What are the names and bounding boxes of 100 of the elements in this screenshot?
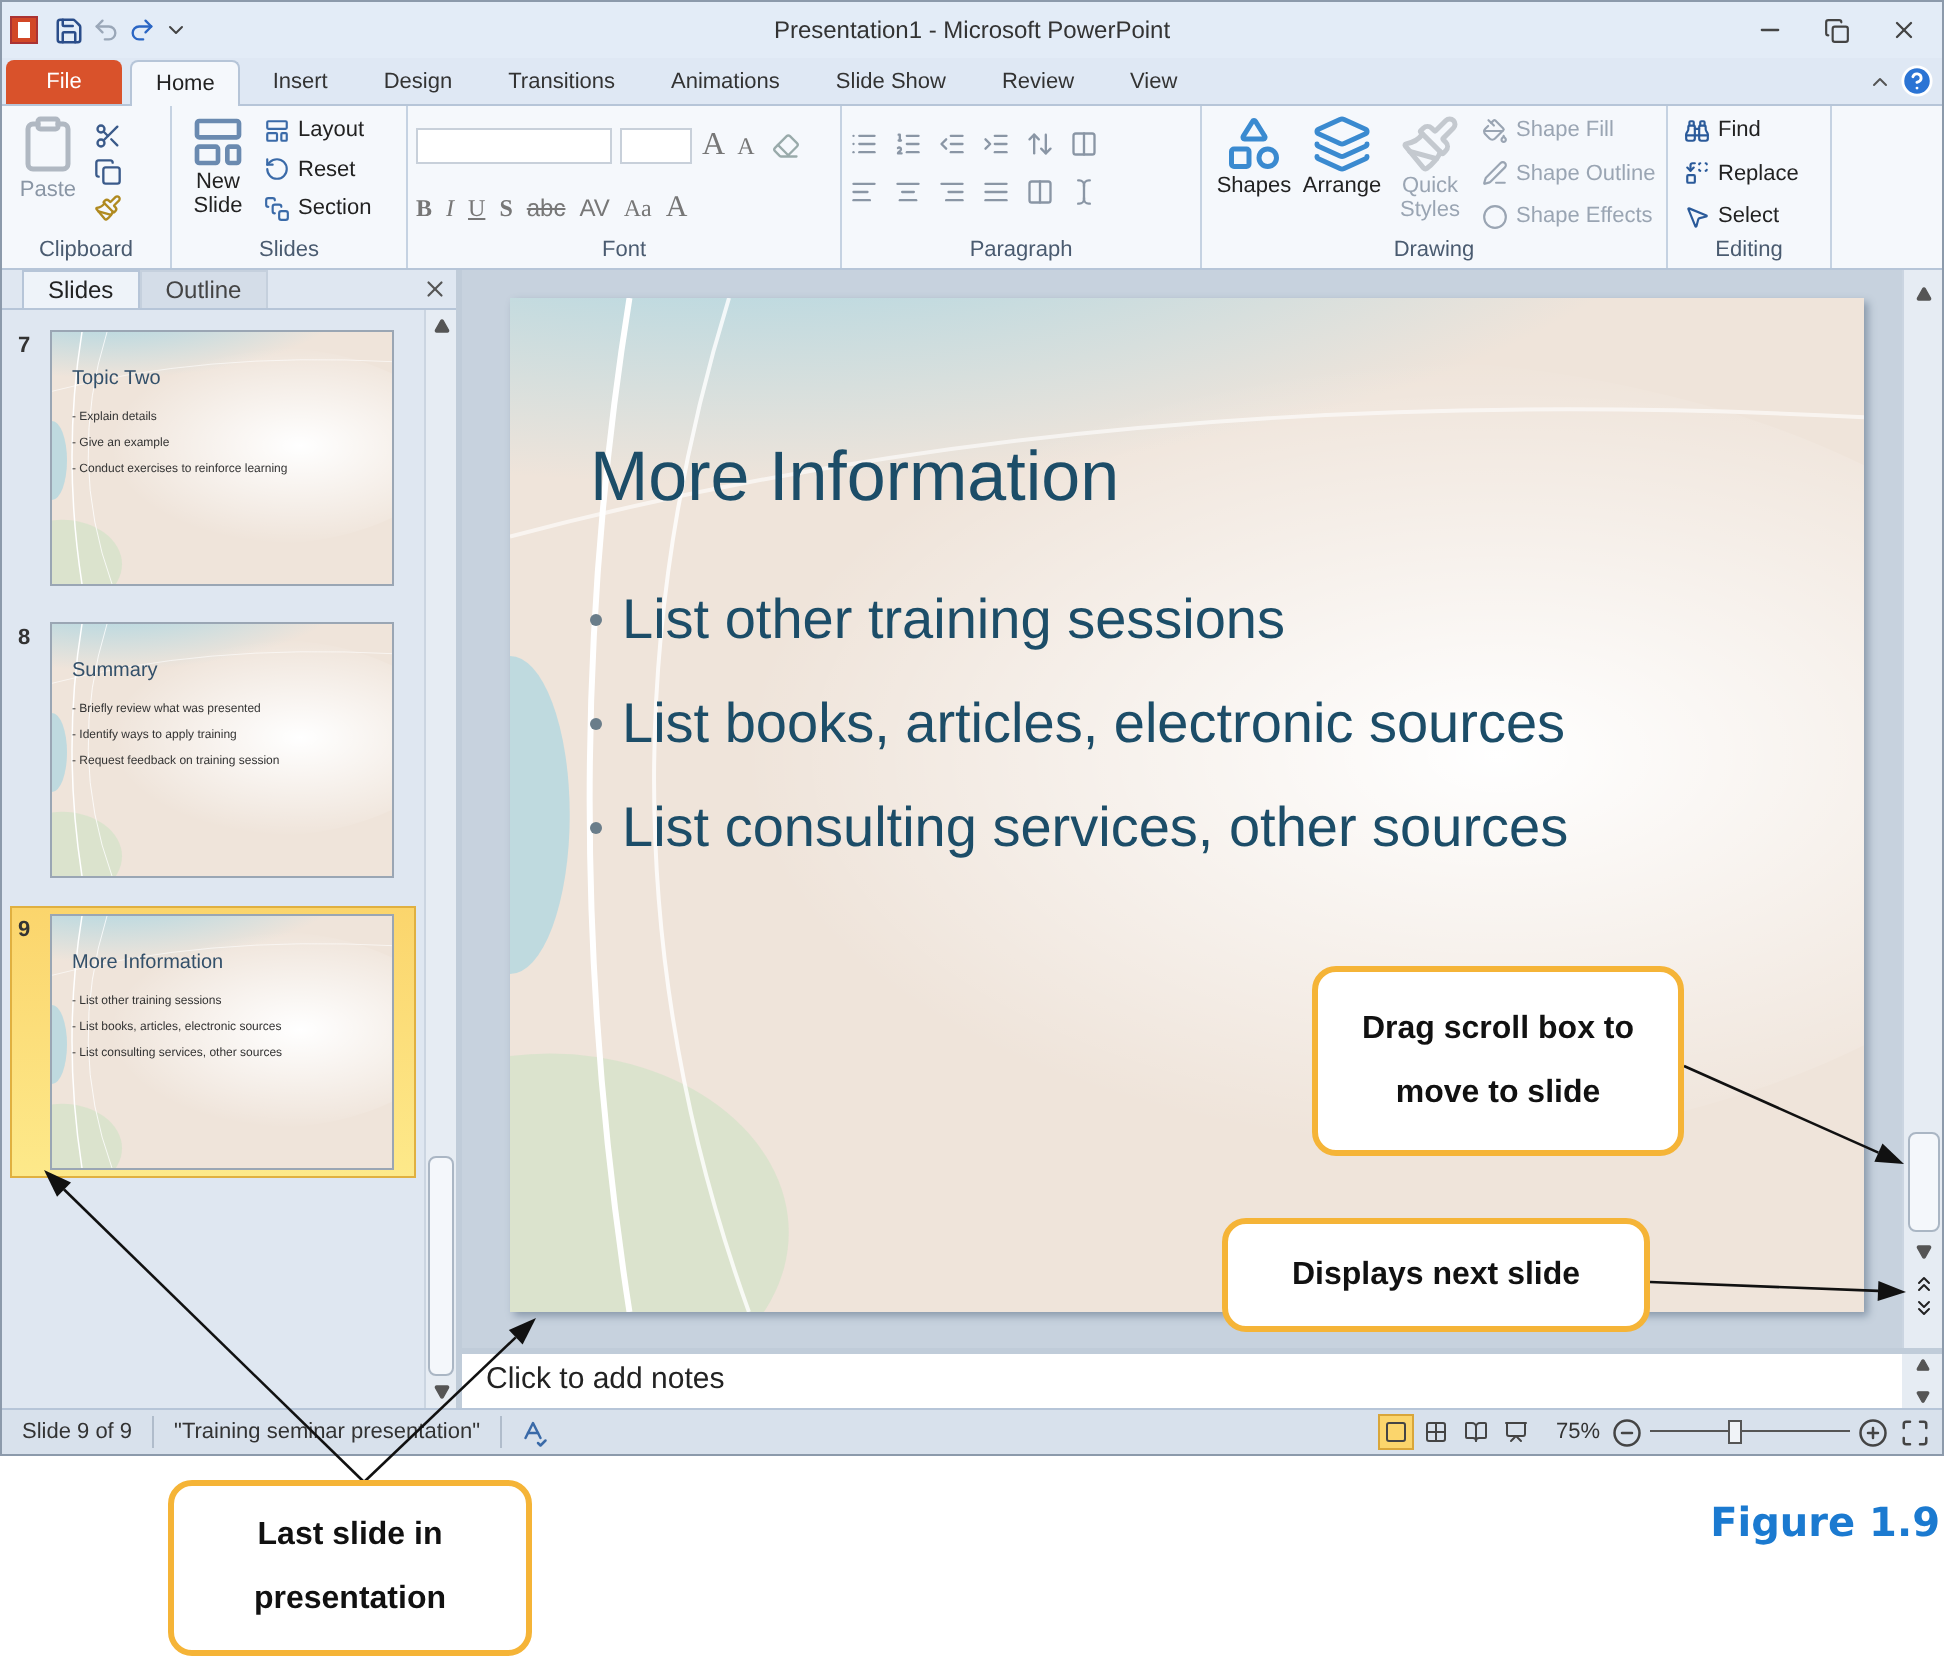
section-icon [264, 195, 290, 222]
cut-icon[interactable] [94, 122, 122, 150]
app-icon [10, 16, 38, 44]
scroll-up-icon[interactable] [433, 318, 449, 334]
screen-icon [1503, 1420, 1528, 1444]
book-icon [1463, 1420, 1488, 1444]
font-format-button[interactable]: Aa [623, 190, 652, 227]
group-label: Drawing [1391, 236, 1477, 266]
editing-command[interactable]: Select [1684, 200, 1799, 233]
font-name-field[interactable] [416, 128, 612, 164]
columns-icon[interactable] [1026, 178, 1054, 206]
font-format-button[interactable]: S [499, 190, 513, 227]
ribbon-tab[interactable]: Insert [248, 60, 352, 104]
increase-indent-icon[interactable] [982, 130, 1010, 158]
editing-command[interactable]: Find [1684, 114, 1799, 147]
close-icon[interactable] [1890, 16, 1918, 44]
ribbon-tab[interactable]: Transitions [484, 60, 639, 104]
ribbon-tab[interactable]: File [6, 60, 122, 104]
font-format-button[interactable]: B [416, 190, 433, 227]
zoom-out-icon[interactable] [1612, 1417, 1642, 1447]
group-label: Font [599, 236, 648, 266]
drawing-button[interactable]: Shapes [1210, 114, 1298, 198]
square-icon [1383, 1420, 1408, 1444]
slides-command[interactable]: Reset [264, 153, 372, 186]
thumbnail-title: Topic Two [72, 366, 163, 394]
circle-icon [1482, 203, 1508, 230]
font-format-button[interactable]: AV [579, 190, 610, 227]
scroll-up-icon[interactable] [1915, 1358, 1929, 1372]
font-format-button[interactable]: U [468, 190, 486, 227]
pane-tab[interactable]: Outline [139, 270, 268, 308]
help-icon[interactable] [1900, 64, 1934, 98]
notes-field[interactable]: Click to add notes [462, 1354, 1902, 1408]
thumbnail-title: Summary [72, 658, 160, 686]
ribbon-tab[interactable]: Review [977, 60, 1099, 104]
layout-icon [264, 117, 290, 144]
slide-number: 7 [18, 332, 33, 362]
callout: Drag scroll box to move to slide [1312, 966, 1684, 1156]
slides-command[interactable]: Section [264, 192, 372, 225]
group-label: Paragraph [967, 236, 1075, 266]
grid-icon [1423, 1420, 1448, 1444]
ribbon-tab[interactable]: Home [130, 60, 241, 106]
scroll-down-icon[interactable] [433, 1384, 449, 1400]
line-spacing-icon[interactable] [1026, 130, 1054, 158]
ribbon-tab[interactable]: Design [359, 60, 477, 104]
font-size-button[interactable]: A [735, 128, 757, 164]
figure-label: Figure 1.9 [1710, 1496, 1940, 1550]
font-format-button[interactable]: abc [526, 190, 566, 227]
slide-number: 9 [18, 916, 33, 946]
pen-icon [1482, 160, 1508, 187]
copy-icon[interactable] [94, 158, 122, 186]
callout: Displays next slide [1222, 1218, 1650, 1332]
numbering-icon[interactable] [894, 130, 922, 158]
drawing-button[interactable]: Arrange [1298, 114, 1386, 198]
slide-number: 8 [18, 624, 33, 654]
align-center-icon[interactable] [894, 178, 922, 206]
view-button[interactable] [1377, 1414, 1414, 1450]
slide-bullet: List books, articles, electronic sources [622, 689, 1566, 757]
zoom-slider[interactable] [1650, 1420, 1850, 1444]
justify-icon[interactable] [982, 178, 1010, 206]
font-size-field[interactable] [620, 128, 692, 164]
slides-command[interactable]: Layout [264, 114, 372, 147]
restore-icon[interactable] [1824, 17, 1850, 43]
scroll-thumb[interactable] [428, 1156, 454, 1376]
group-label: Editing [1713, 236, 1785, 266]
font-size-button[interactable]: A [700, 122, 728, 170]
paint-bucket-icon [1482, 117, 1508, 144]
group-label: Slides [257, 236, 321, 266]
decrease-indent-icon[interactable] [938, 130, 966, 158]
align-left-icon[interactable] [850, 178, 878, 206]
scroll-down-icon[interactable] [1915, 1390, 1929, 1404]
ribbon-tab[interactable]: Animations [647, 60, 804, 104]
format-painter-icon[interactable] [94, 194, 122, 222]
font-format-button[interactable]: I [446, 190, 455, 227]
editing-command[interactable]: Replace [1684, 157, 1799, 190]
scroll-thumb[interactable] [1907, 1132, 1939, 1232]
new-slide-button[interactable]: New Slide [180, 114, 256, 218]
group-label: Clipboard [36, 236, 136, 266]
scroll-up-icon[interactable] [1915, 286, 1931, 302]
ribbon-tab[interactable]: View [1106, 60, 1202, 104]
bullets-icon[interactable] [850, 130, 878, 158]
pointer-icon [1684, 203, 1710, 230]
fit-to-window-icon[interactable] [1900, 1417, 1930, 1447]
ribbon-tab[interactable]: Slide Show [811, 60, 970, 104]
zoom-thumb[interactable] [1728, 1420, 1742, 1444]
brush-icon [1400, 114, 1460, 174]
callout: Last slide in presentation [168, 1480, 532, 1656]
thumbnail-title: More Information [72, 950, 226, 978]
font-format-button[interactable]: A [665, 186, 688, 231]
close-pane-icon[interactable] [422, 276, 448, 302]
pane-tab[interactable]: Slides [22, 270, 140, 308]
replace-icon [1684, 160, 1710, 187]
scroll-down-icon[interactable] [1915, 1244, 1931, 1260]
redo-icon[interactable] [128, 16, 156, 44]
shapes-icon [1224, 114, 1284, 174]
window-title: Presentation1 - Microsoft PowerPoint [771, 14, 1173, 48]
columns-icon[interactable] [1070, 130, 1098, 158]
save-icon[interactable] [54, 15, 84, 45]
align-right-icon[interactable] [938, 178, 966, 206]
slide-count: Slide 9 of 9 [2, 1415, 155, 1449]
zoom-in-icon[interactable] [1858, 1417, 1888, 1447]
